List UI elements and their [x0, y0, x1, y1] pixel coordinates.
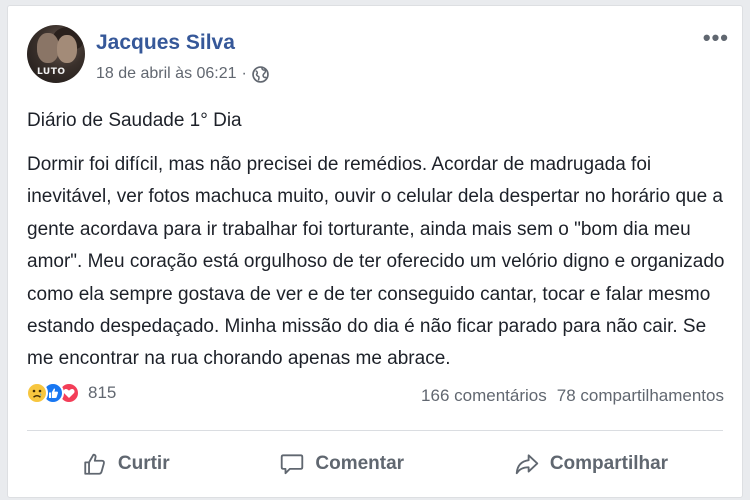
- divider: [27, 430, 723, 431]
- comment-button[interactable]: Comentar: [269, 445, 414, 483]
- post-card: LUTO Jacques Silva 18 de abril às 06:21 …: [7, 5, 743, 498]
- author-name[interactable]: Jacques Silva: [96, 31, 235, 55]
- reaction-count[interactable]: 815: [88, 383, 116, 403]
- comments-count[interactable]: 166 comentários: [421, 386, 547, 406]
- share-icon: [514, 451, 540, 477]
- post-body: Dormir foi difícil, mas não precisei de …: [27, 154, 725, 370]
- sad-reaction-icon: [26, 382, 48, 404]
- post-meta: 18 de abril às 06:21 ·: [96, 65, 269, 83]
- share-button[interactable]: Compartilhar: [504, 445, 678, 483]
- thumbs-up-icon: [82, 451, 108, 477]
- shares-count[interactable]: 78 compartilhamentos: [557, 386, 724, 406]
- post-stats: 166 comentários 78 compartilhamentos: [421, 386, 724, 406]
- meta-separator: ·: [241, 65, 247, 82]
- share-button-label: Compartilhar: [549, 453, 669, 474]
- comment-icon: [279, 451, 305, 477]
- post-timestamp[interactable]: 18 de abril às 06:21: [96, 65, 237, 83]
- like-button-label: Curtir: [117, 453, 170, 474]
- more-options-icon[interactable]: •••: [703, 27, 729, 49]
- avatar-face: [57, 35, 77, 63]
- author-avatar[interactable]: LUTO: [27, 25, 85, 83]
- reactions-summary[interactable]: 815: [26, 382, 116, 404]
- post-actions: Curtir Comentar Compartilhar: [27, 443, 723, 485]
- avatar-badge: LUTO: [37, 67, 66, 77]
- comment-button-label: Comentar: [315, 453, 405, 474]
- post-title: Diário de Saudade 1° Dia: [27, 110, 242, 131]
- like-button[interactable]: Curtir: [72, 445, 180, 483]
- globe-icon[interactable]: [252, 65, 269, 83]
- avatar-face: [37, 33, 59, 63]
